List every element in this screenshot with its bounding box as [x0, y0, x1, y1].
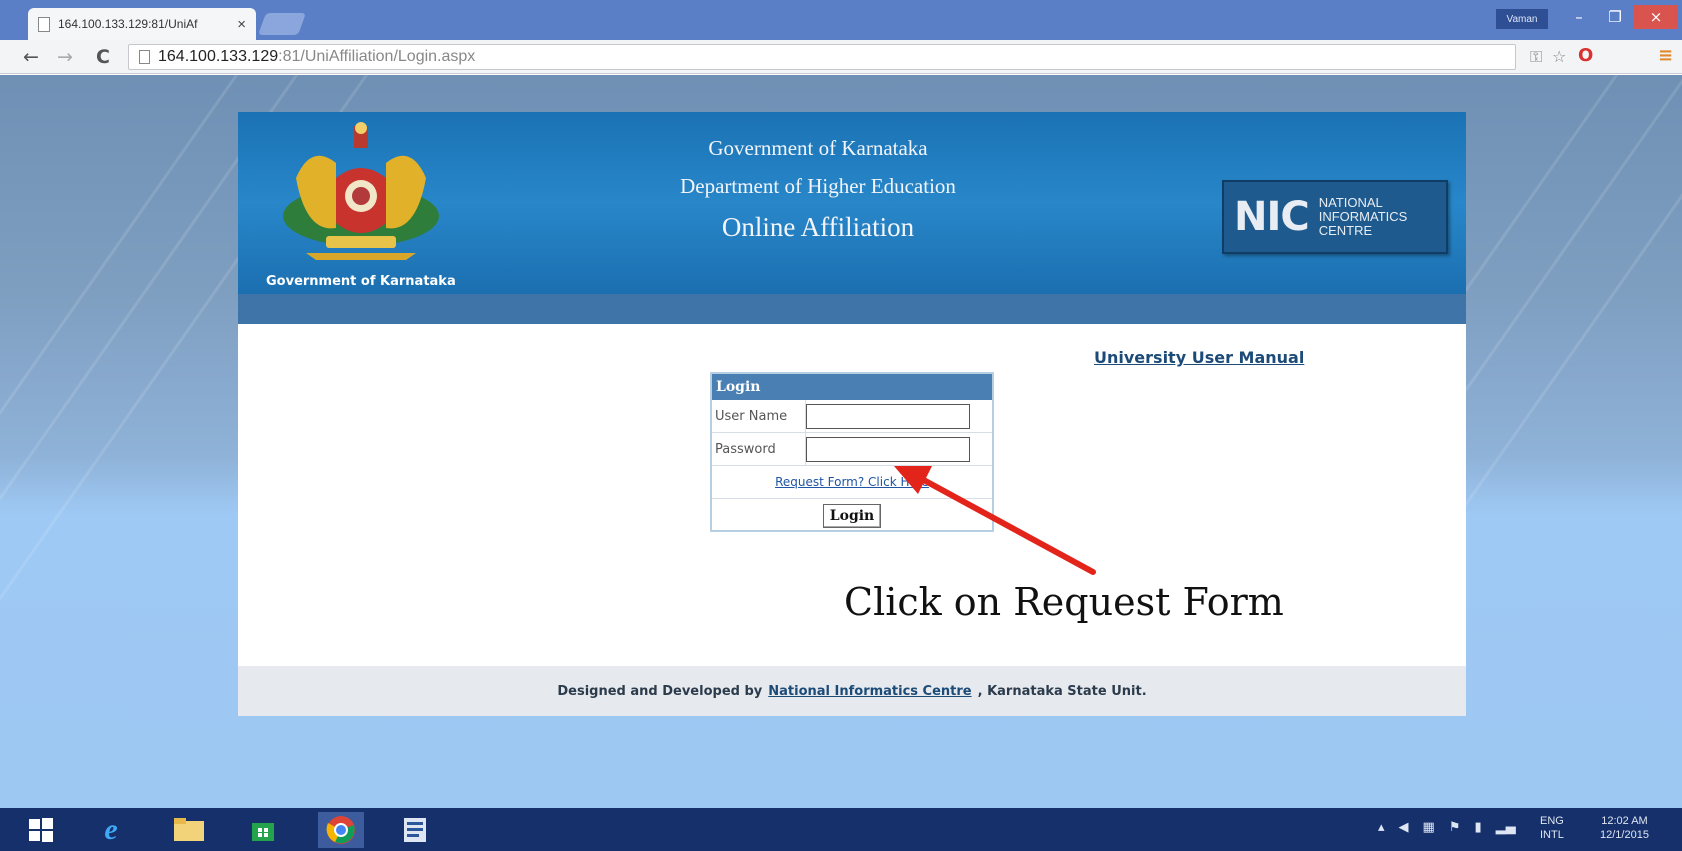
emblem-caption: Government of Karnataka	[266, 274, 456, 289]
header-titles: Government of Karnataka Department of Hi…	[618, 134, 1018, 244]
key-icon[interactable]: ⚿	[1530, 47, 1542, 67]
karnataka-emblem-icon	[283, 122, 439, 260]
browser-tab[interactable]: 164.100.133.129:81/UniAf ×	[28, 8, 256, 40]
nic-logo-text: NATIONAL INFORMATICS CENTRE	[1318, 195, 1408, 238]
footer-prefix: Designed and Developed by	[557, 683, 763, 699]
store-icon[interactable]	[240, 812, 286, 848]
nic-logo: NIC NATIONAL INFORMATICS CENTRE	[1222, 180, 1448, 254]
url-host: 164.100.133.129	[158, 48, 279, 65]
site-header: Government of Karnataka Government of Ka…	[238, 112, 1466, 294]
browser-toolbar: ← → C 164.100.133.129:81/UniAffiliation/…	[0, 40, 1682, 74]
battery-icon[interactable]: ▮	[1474, 820, 1481, 835]
signal-icon[interactable]: ▂▄	[1496, 820, 1516, 835]
password-input[interactable]	[806, 436, 970, 462]
file-explorer-icon[interactable]	[166, 812, 212, 848]
opera-icon[interactable]: O	[1578, 45, 1593, 66]
clock-time: 12:02 AM	[1601, 815, 1648, 827]
login-title: Login	[712, 374, 992, 400]
new-tab-button[interactable]	[257, 13, 307, 35]
password-label: Password	[712, 433, 806, 465]
reload-button[interactable]: C	[90, 45, 116, 69]
windows-taskbar: e ▴ ◀ ▦ ⚑ ▮ ▂▄ ENG INTL 12:02 AM 12/1/20…	[0, 808, 1682, 851]
nic-footer-link[interactable]: National Informatics Centre	[768, 684, 971, 699]
page-icon	[139, 50, 150, 64]
browser-titlebar: 164.100.133.129:81/UniAf × Vaman – ❐ ×	[0, 0, 1682, 40]
username-input[interactable]	[806, 403, 970, 429]
username-label: User Name	[712, 400, 806, 432]
nic-logo-word: NIC	[1234, 194, 1310, 240]
system-tray: ▴ ◀ ▦ ⚑ ▮ ▂▄	[1378, 820, 1516, 835]
footer-suffix: , Karnataka State Unit.	[977, 683, 1147, 699]
close-window-button[interactable]: ×	[1634, 5, 1678, 29]
site-footer: Designed and Developed by National Infor…	[238, 666, 1466, 716]
header-government: Government of Karnataka	[708, 136, 928, 160]
menu-icon[interactable]: ≡	[1658, 45, 1673, 66]
language-indicator[interactable]: ENG INTL	[1540, 814, 1564, 842]
flag-icon[interactable]: ⚑	[1449, 820, 1461, 835]
user-profile-badge[interactable]: Vaman	[1496, 9, 1548, 29]
tab-close-icon[interactable]: ×	[237, 16, 246, 33]
star-icon[interactable]: ☆	[1552, 47, 1566, 66]
password-row: Password	[712, 433, 992, 466]
system-clock[interactable]: 12:02 AM 12/1/2015	[1600, 814, 1649, 842]
forward-button[interactable]: →	[52, 45, 78, 69]
chrome-icon[interactable]	[318, 812, 364, 848]
tab-title: 164.100.133.129:81/UniAf	[58, 17, 198, 31]
address-bar[interactable]: 164.100.133.129:81/UniAffiliation/Login.…	[128, 44, 1516, 70]
header-nav-strip	[238, 294, 1466, 324]
url-path: :81/UniAffiliation/Login.aspx	[278, 48, 476, 65]
page-title: Online Affiliation	[721, 212, 915, 242]
internet-explorer-icon[interactable]: e	[88, 812, 134, 848]
login-button[interactable]: Login	[822, 503, 882, 528]
header-department: Department of Higher Education	[680, 174, 956, 198]
annotation-text: Click on Request Form	[844, 580, 1284, 624]
clock-date: 12/1/2015	[1600, 829, 1649, 841]
back-button[interactable]: ←	[18, 45, 44, 69]
maximize-button[interactable]: ❐	[1598, 5, 1632, 29]
show-hidden-icons-icon[interactable]: ▴	[1378, 820, 1385, 835]
user-manual-link[interactable]: University User Manual	[1094, 348, 1304, 367]
web-page: Government of Karnataka Government of Ka…	[238, 112, 1466, 716]
windows-start-icon[interactable]	[18, 812, 64, 848]
volume-icon[interactable]: ◀	[1399, 820, 1409, 835]
network-icon[interactable]: ▦	[1423, 820, 1435, 835]
username-row: User Name	[712, 400, 992, 433]
minimize-button[interactable]: –	[1562, 5, 1596, 29]
page-icon	[38, 16, 50, 32]
word-icon[interactable]	[392, 812, 438, 848]
